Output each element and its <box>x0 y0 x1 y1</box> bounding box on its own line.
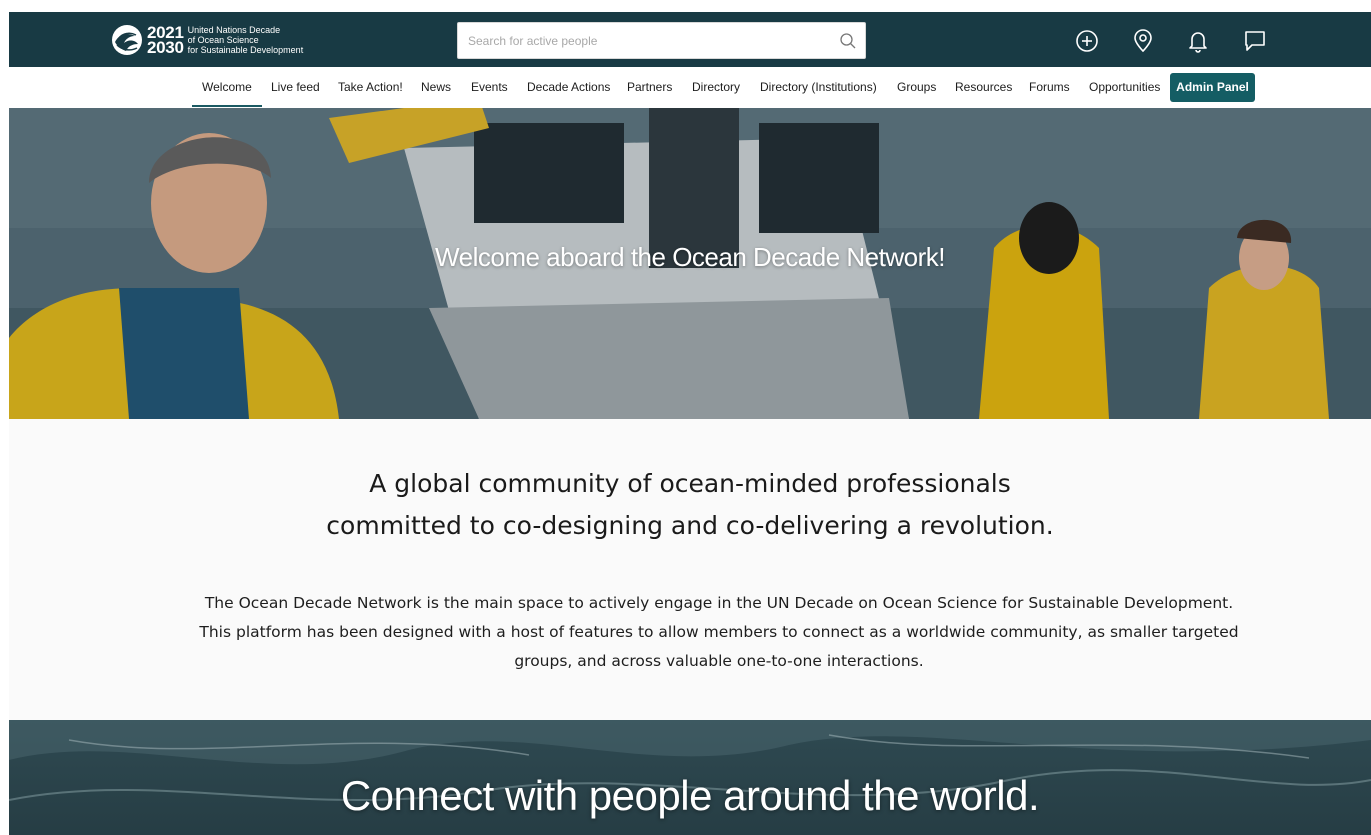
ocean-decade-logo[interactable]: 2021 2030 United Nations Decade of Ocean… <box>111 23 303 57</box>
nav-item-directory[interactable]: Directory <box>692 67 740 108</box>
nav-item-resources[interactable]: Resources <box>955 67 1012 108</box>
connect-title: Connect with people around the world. <box>340 772 1040 819</box>
nav-item-live-feed[interactable]: Live feed <box>271 67 320 108</box>
search-box <box>457 22 866 59</box>
hero-banner: Welcome aboard the Ocean Decade Network! <box>9 108 1371 419</box>
logo-years: 2021 2030 <box>147 24 184 57</box>
main-navigation: Welcome Live feed Take Action! News Even… <box>0 67 1371 108</box>
intro-section: A global community of ocean-minded profe… <box>9 419 1371 720</box>
hero-title: Welcome aboard the Ocean Decade Network! <box>435 242 945 272</box>
nav-item-events[interactable]: Events <box>471 67 508 108</box>
nav-item-groups[interactable]: Groups <box>897 67 936 108</box>
intro-tagline: A global community of ocean-minded profe… <box>9 463 1371 547</box>
nav-item-take-action[interactable]: Take Action! <box>338 67 403 108</box>
connect-banner: Connect with people around the world. <box>9 720 1371 835</box>
nav-item-news[interactable]: News <box>421 67 451 108</box>
wave-emblem-icon <box>112 25 142 55</box>
logo-line-3: for Sustainable Development <box>187 45 304 55</box>
intro-description: The Ocean Decade Network is the main spa… <box>199 594 1239 670</box>
add-circle-icon[interactable] <box>1074 28 1100 54</box>
tagline-line-2: committed to co-designing and co-deliver… <box>326 511 1054 540</box>
nav-item-directory-institutions[interactable]: Directory (Institutions) <box>760 67 877 108</box>
location-pin-icon[interactable] <box>1130 28 1156 54</box>
logo-line-1: United Nations Decade <box>187 25 281 35</box>
nav-item-forums[interactable]: Forums <box>1029 67 1070 108</box>
search-icon[interactable] <box>839 32 857 50</box>
logo-line-2: of Ocean Science <box>187 35 259 45</box>
nav-item-decade-actions[interactable]: Decade Actions <box>527 67 610 108</box>
logo-year-end: 2030 <box>147 38 184 57</box>
bell-icon[interactable] <box>1185 28 1211 54</box>
chat-bubble-icon[interactable] <box>1242 28 1268 54</box>
admin-panel-button[interactable]: Admin Panel <box>1170 73 1255 102</box>
search-input[interactable] <box>458 23 828 58</box>
logo-text: United Nations Decade of Ocean Science f… <box>188 25 304 55</box>
nav-item-welcome[interactable]: Welcome <box>192 67 262 108</box>
nav-item-opportunities[interactable]: Opportunities <box>1089 67 1160 108</box>
nav-item-partners[interactable]: Partners <box>627 67 672 108</box>
top-header-bar: 2021 2030 United Nations Decade of Ocean… <box>9 12 1371 67</box>
tagline-line-1: A global community of ocean-minded profe… <box>369 469 1011 498</box>
